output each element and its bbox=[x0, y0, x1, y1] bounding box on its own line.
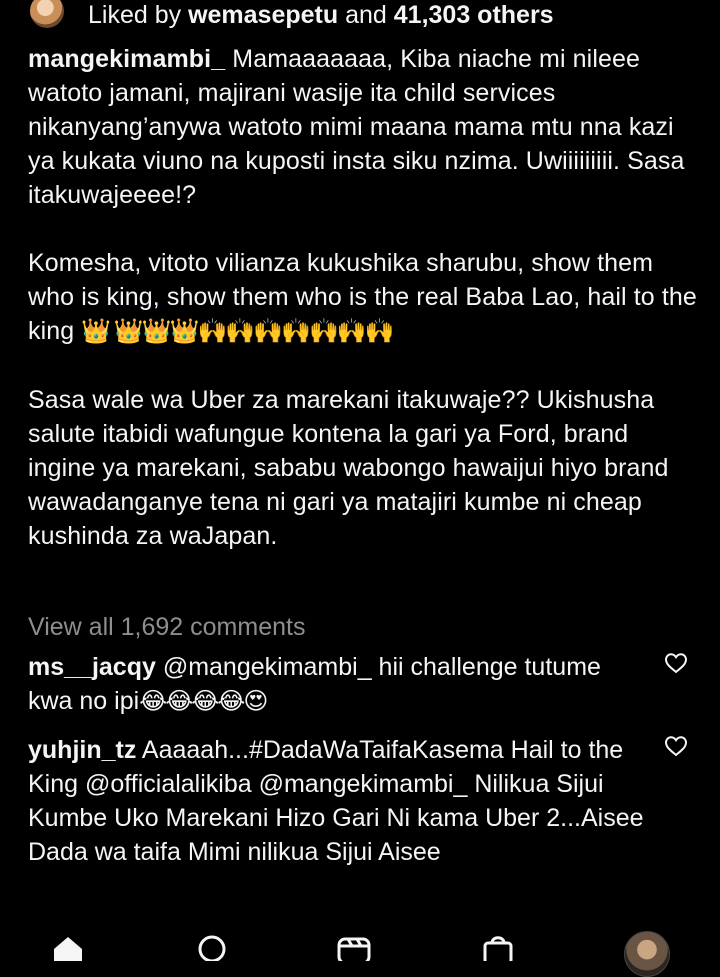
crown-clap-emojis: 👑 👑👑👑🙌🙌🙌🙌🙌🙌🙌 bbox=[81, 318, 394, 345]
caption-paragraph-3: Sasa wale wa Uber za marekani itakuwaje?… bbox=[28, 386, 669, 550]
shop-icon[interactable] bbox=[480, 931, 516, 961]
likes-count[interactable]: 41,303 others bbox=[394, 1, 554, 30]
liker-avatar[interactable] bbox=[28, 0, 66, 30]
likes-prefix: Liked by bbox=[88, 0, 182, 29]
liker-username[interactable]: wemasepetu bbox=[188, 1, 338, 30]
heart-icon[interactable] bbox=[664, 652, 688, 674]
bottom-nav bbox=[0, 925, 720, 977]
caption-paragraph-1: mangekimambi_ Mamaaaaaaa, Kiba niache mi… bbox=[28, 42, 698, 212]
view-all-comments-link[interactable]: View all 1,692 comments bbox=[28, 610, 305, 644]
post-caption: mangekimambi_ Mamaaaaaaa, Kiba niache mi… bbox=[28, 42, 698, 553]
comment-emojis: 😂😂😂😂😍 bbox=[139, 688, 268, 715]
comment-item: yuhjin_tz Aaaaah...#DadaWaTaifaKasema Ha… bbox=[28, 733, 648, 869]
profile-avatar[interactable] bbox=[624, 931, 670, 977]
comment-item: ms__jacqy @mangekimambi_ hii challenge t… bbox=[28, 650, 648, 719]
caption-paragraph-2: Komesha, vitoto vilianza kukushika sharu… bbox=[28, 246, 698, 349]
reels-icon[interactable] bbox=[336, 931, 372, 961]
likes-middle: and bbox=[345, 0, 387, 29]
likes-row[interactable]: Liked by wemasepetu and 41,303 others bbox=[28, 0, 554, 30]
heart-icon[interactable] bbox=[664, 735, 688, 757]
comment-username[interactable]: ms__jacqy bbox=[28, 653, 156, 681]
search-icon[interactable] bbox=[194, 931, 230, 961]
home-icon[interactable] bbox=[50, 931, 86, 961]
comment-username[interactable]: yuhjin_tz bbox=[28, 736, 136, 764]
post-username[interactable]: mangekimambi_ bbox=[28, 45, 225, 73]
